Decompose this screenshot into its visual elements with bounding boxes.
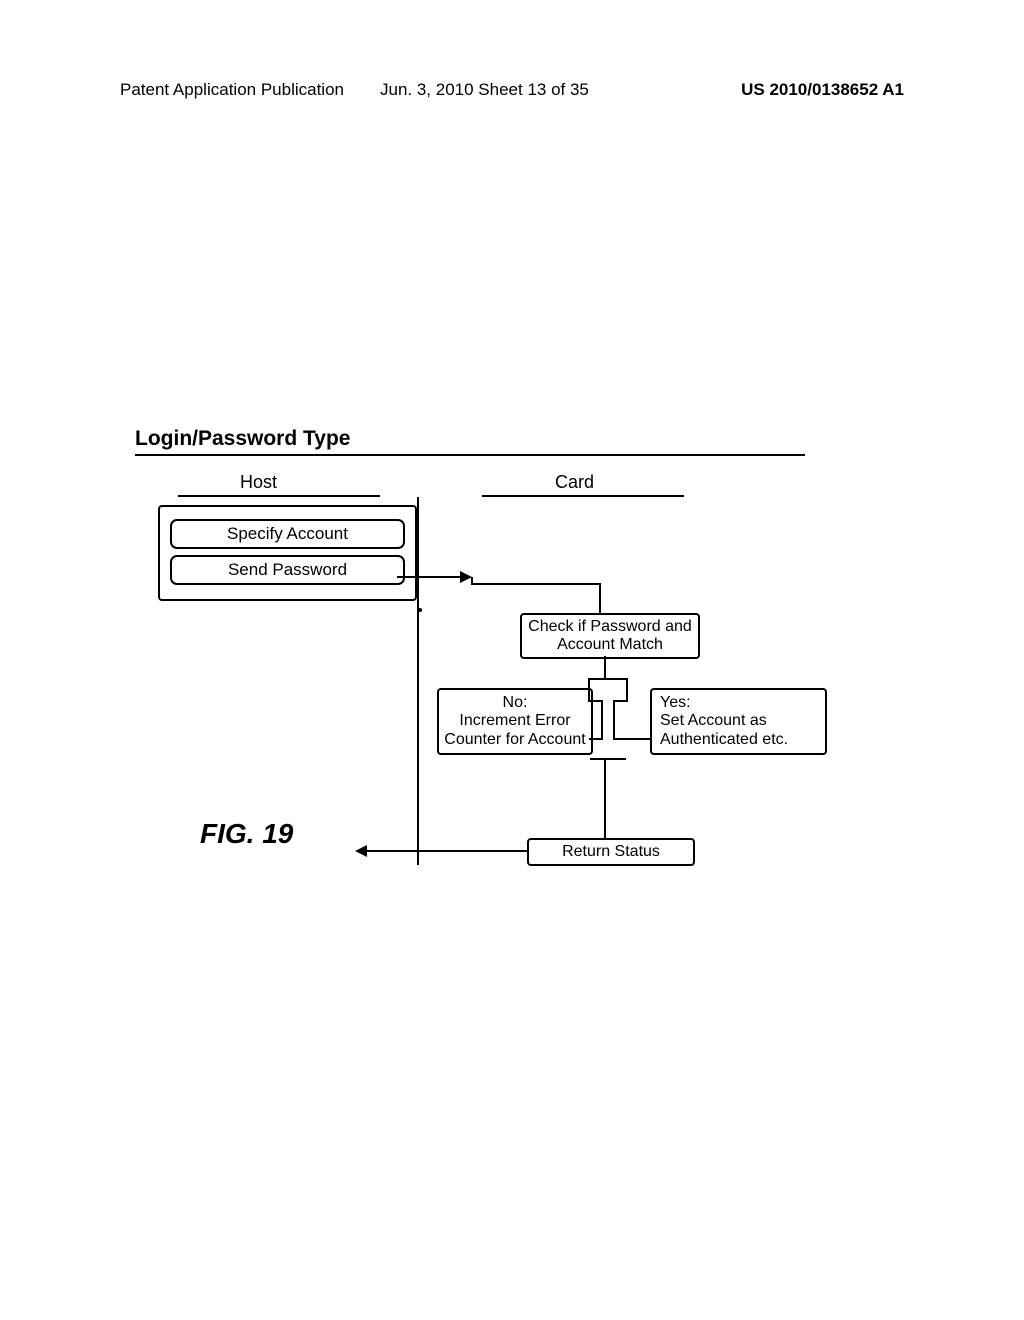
line-return-to-host <box>365 850 527 852</box>
publication-text: Patent Application Publication <box>120 80 344 99</box>
figure-label: FIG. 19 <box>200 818 293 850</box>
yes-branch-box: Yes:Set Account as Authenticated etc. <box>650 688 827 755</box>
host-column-header: Host <box>240 472 277 493</box>
branch-right-out <box>613 738 651 740</box>
branch-right-vert <box>613 700 615 740</box>
send-password-box: Send Password <box>170 555 405 585</box>
page: Patent Application Publication Jun. 3, 2… <box>0 0 1024 1320</box>
specify-account-box: Specify Account <box>170 519 405 549</box>
host-step-group: Specify Account Send Password <box>158 505 417 601</box>
branch-merge-down <box>604 758 606 838</box>
card-header-rule <box>482 495 684 497</box>
branch-left-vert <box>601 700 603 740</box>
section-title: Login/Password Type <box>135 427 350 451</box>
lane-divider <box>417 497 419 865</box>
host-header-rule <box>178 495 380 497</box>
date-sheet-text: Jun. 3, 2010 Sheet 13 of 35 <box>380 80 589 100</box>
no-branch-box: No:Increment Error Counter for Account <box>437 688 593 755</box>
line-check-down <box>604 656 606 680</box>
dot-icon <box>418 608 422 612</box>
arrow-left-icon <box>355 845 367 857</box>
branch-bar-bottom <box>590 758 626 760</box>
title-rule <box>135 454 805 456</box>
line-kink-2 <box>471 583 599 585</box>
return-status-box: Return Status <box>527 838 695 866</box>
branch-bar-top <box>588 678 628 680</box>
card-column-header: Card <box>555 472 594 493</box>
check-password-box: Check if Password and Account Match <box>520 613 700 659</box>
line-send-to-check <box>397 576 462 578</box>
branch-right-drop <box>626 678 628 702</box>
branch-right-in <box>613 700 627 702</box>
line-kink-3 <box>599 583 601 613</box>
publication-number: US 2010/0138652 A1 <box>741 80 904 100</box>
page-header: Patent Application Publication Jun. 3, 2… <box>120 80 904 100</box>
